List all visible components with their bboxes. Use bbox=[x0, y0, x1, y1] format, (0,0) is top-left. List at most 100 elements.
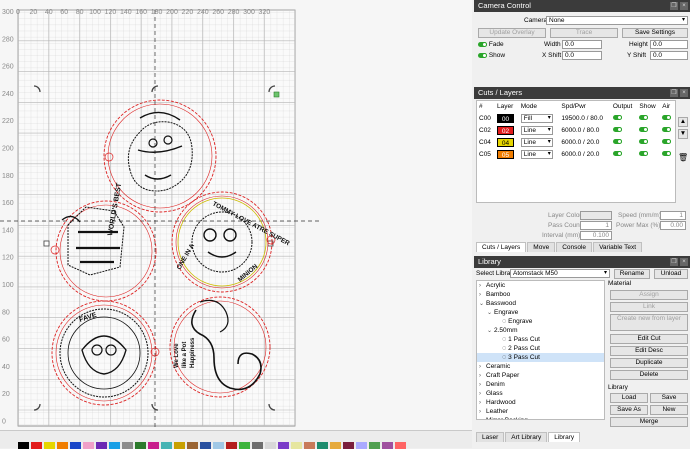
layer-output-toggle[interactable] bbox=[611, 136, 638, 148]
library-tree-item[interactable]: › Acrylic bbox=[477, 281, 604, 290]
tab-library[interactable]: Library bbox=[548, 432, 581, 442]
close-panel-icon[interactable]: × bbox=[680, 89, 688, 97]
assign-button[interactable]: Assign bbox=[610, 290, 688, 300]
layer-air-toggle[interactable] bbox=[660, 124, 675, 136]
layer-mode-cell[interactable]: Line bbox=[519, 124, 560, 136]
layer-row[interactable]: C04 04 Line 6000.0 / 20.0 bbox=[477, 136, 675, 148]
layer-air-toggle[interactable] bbox=[660, 148, 675, 160]
design-grid[interactable]: WORLD'S BEST TOMMY LOVE ATRE SUPER ONE I… bbox=[0, 0, 472, 430]
layer-output-toggle[interactable] bbox=[611, 112, 638, 124]
library-tree[interactable]: › Acrylic › Bamboo ⌄ Basswood ⌄ Engrave ◌ Engrave… bbox=[476, 280, 605, 420]
library-tree-item[interactable]: ◌ 3 Pass Cut bbox=[477, 353, 604, 362]
layer-show-toggle[interactable] bbox=[637, 136, 660, 148]
ruler-left-label: 240 bbox=[2, 91, 14, 98]
close-panel-icon[interactable]: × bbox=[680, 258, 688, 266]
library-tree-item[interactable]: ◌ 1 Pass Cut bbox=[477, 335, 604, 344]
tab-move[interactable]: Move bbox=[527, 242, 556, 252]
new-button[interactable]: New bbox=[650, 405, 688, 415]
library-tree-item[interactable]: › Leather bbox=[477, 407, 604, 416]
xshift-field[interactable]: 0.0 bbox=[562, 51, 602, 60]
layer-number-cell[interactable]: 00 bbox=[495, 112, 519, 124]
layer-output-toggle[interactable] bbox=[611, 148, 638, 160]
library-tree-item[interactable]: ›Mirror Backing bbox=[477, 416, 604, 419]
layer-air-toggle[interactable] bbox=[660, 112, 675, 124]
library-tree-item[interactable]: › Craft Paper bbox=[477, 371, 604, 380]
layer-mode-select[interactable]: Line bbox=[520, 137, 553, 147]
update-overlay-button[interactable]: Update Overlay bbox=[478, 28, 546, 38]
layer-show-toggle[interactable] bbox=[637, 112, 660, 124]
speed-field[interactable]: 1 bbox=[660, 211, 686, 220]
layer-color-label: Layer Color bbox=[548, 212, 582, 219]
library-tree-label: 1 Pass Cut bbox=[508, 336, 540, 343]
library-tree-item[interactable]: ◌ Engrave bbox=[477, 317, 604, 326]
layer-mode-cell[interactable]: Line bbox=[519, 136, 560, 148]
duplicate-button[interactable]: Duplicate bbox=[610, 358, 688, 368]
workspace-canvas[interactable]: WORLD'S BEST TOMMY LOVE ATRE SUPER ONE I… bbox=[0, 0, 472, 430]
library-tree-item[interactable]: ◌ 2 Pass Cut bbox=[477, 344, 604, 353]
layer-show-toggle[interactable] bbox=[637, 148, 660, 160]
interval-label: Interval (mm) bbox=[542, 232, 581, 239]
width-field[interactable]: 0.0 bbox=[562, 40, 602, 49]
fade-toggle[interactable]: Fade bbox=[478, 40, 504, 49]
close-panel-icon[interactable]: × bbox=[680, 2, 688, 10]
unload-button[interactable]: Unload bbox=[654, 269, 688, 279]
pass-count-field[interactable]: 1 bbox=[580, 221, 612, 230]
show-toggle[interactable]: Show bbox=[478, 51, 505, 60]
edit-desc-button[interactable]: Edit Desc bbox=[610, 346, 688, 356]
interval-field[interactable]: 0.100 bbox=[580, 231, 612, 240]
library-tree-item[interactable]: › Ceramic bbox=[477, 362, 604, 371]
library-tree-item[interactable]: ⌄ 2.50mm bbox=[477, 326, 604, 335]
library-tree-item[interactable]: › Glass bbox=[477, 389, 604, 398]
layer-mode-cell[interactable]: Line bbox=[519, 148, 560, 160]
float-panel-icon[interactable]: ❐ bbox=[670, 89, 678, 97]
float-panel-icon[interactable]: ❐ bbox=[670, 258, 678, 266]
library-tree-item[interactable]: ⌄ Basswood bbox=[477, 299, 604, 308]
delete-button[interactable]: Delete bbox=[610, 370, 688, 380]
move-layer-up-icon[interactable]: ▲ bbox=[678, 117, 688, 127]
library-select[interactable]: Atomstack M50 ▾ bbox=[510, 269, 610, 278]
move-layer-down-icon[interactable]: ▼ bbox=[678, 129, 688, 139]
save-button[interactable]: Save bbox=[650, 393, 688, 403]
save-settings-button[interactable]: Save Settings bbox=[622, 28, 688, 38]
power-max-field[interactable]: 0.00 bbox=[660, 221, 686, 230]
layer-number-cell[interactable]: 02 bbox=[495, 124, 519, 136]
load-button[interactable]: Load bbox=[610, 393, 648, 403]
tab-art-library[interactable]: Art Library bbox=[505, 432, 548, 442]
height-field[interactable]: 0.0 bbox=[650, 40, 688, 49]
float-panel-icon[interactable]: ❐ bbox=[670, 2, 678, 10]
tab-cuts-layers[interactable]: Cuts / Layers bbox=[476, 242, 527, 252]
tab-laser[interactable]: Laser bbox=[476, 432, 505, 442]
layer-row[interactable]: C05 05 Line 6000.0 / 20.0 bbox=[477, 148, 675, 160]
chevron-right-icon[interactable]: › bbox=[479, 417, 486, 419]
yshift-field[interactable]: 0.0 bbox=[650, 51, 688, 60]
layer-output-toggle[interactable] bbox=[611, 124, 638, 136]
rename-button[interactable]: Rename bbox=[614, 269, 650, 279]
tab-variable-text[interactable]: Variable Text bbox=[593, 242, 643, 252]
layer-mode-select[interactable]: Line bbox=[520, 125, 553, 135]
layer-number-cell[interactable]: 04 bbox=[495, 136, 519, 148]
layer-number-cell[interactable]: 05 bbox=[495, 148, 519, 160]
layer-row[interactable]: C02 02 Line 6000.0 / 80.0 bbox=[477, 124, 675, 136]
layer-mode-cell[interactable]: Fill bbox=[519, 112, 560, 124]
layer-mode-select[interactable]: Line bbox=[520, 149, 553, 159]
edit-cut-button[interactable]: Edit Cut bbox=[610, 334, 688, 344]
layer-row[interactable]: C00 00 Fill 19500.0 / 80.0 bbox=[477, 112, 675, 124]
trace-button[interactable]: Trace bbox=[550, 28, 618, 38]
library-tree-item[interactable]: › Denim bbox=[477, 380, 604, 389]
tab-console[interactable]: Console bbox=[556, 242, 593, 252]
layer-mode-select[interactable]: Fill bbox=[520, 113, 553, 123]
create-from-layer-button[interactable]: Create new from layer bbox=[610, 314, 688, 331]
library-tree-item[interactable]: › Bamboo bbox=[477, 290, 604, 299]
layer-air-toggle[interactable] bbox=[660, 136, 675, 148]
camera-select[interactable]: None ▾ bbox=[546, 16, 688, 25]
library-tree-item[interactable]: ⌄ Engrave bbox=[477, 308, 604, 317]
ruler-top-label: 100 bbox=[89, 9, 101, 16]
layer-show-toggle[interactable] bbox=[637, 124, 660, 136]
link-button[interactable]: Link bbox=[610, 302, 688, 312]
save-as-button[interactable]: Save As bbox=[610, 405, 648, 415]
library-tree-label: Engrave bbox=[508, 318, 533, 325]
library-tree-item[interactable]: › Hardwood bbox=[477, 398, 604, 407]
merge-button[interactable]: Merge bbox=[610, 417, 688, 427]
layer-color-swatch[interactable] bbox=[580, 211, 612, 220]
trash-icon[interactable]: 🗑 bbox=[678, 153, 688, 162]
